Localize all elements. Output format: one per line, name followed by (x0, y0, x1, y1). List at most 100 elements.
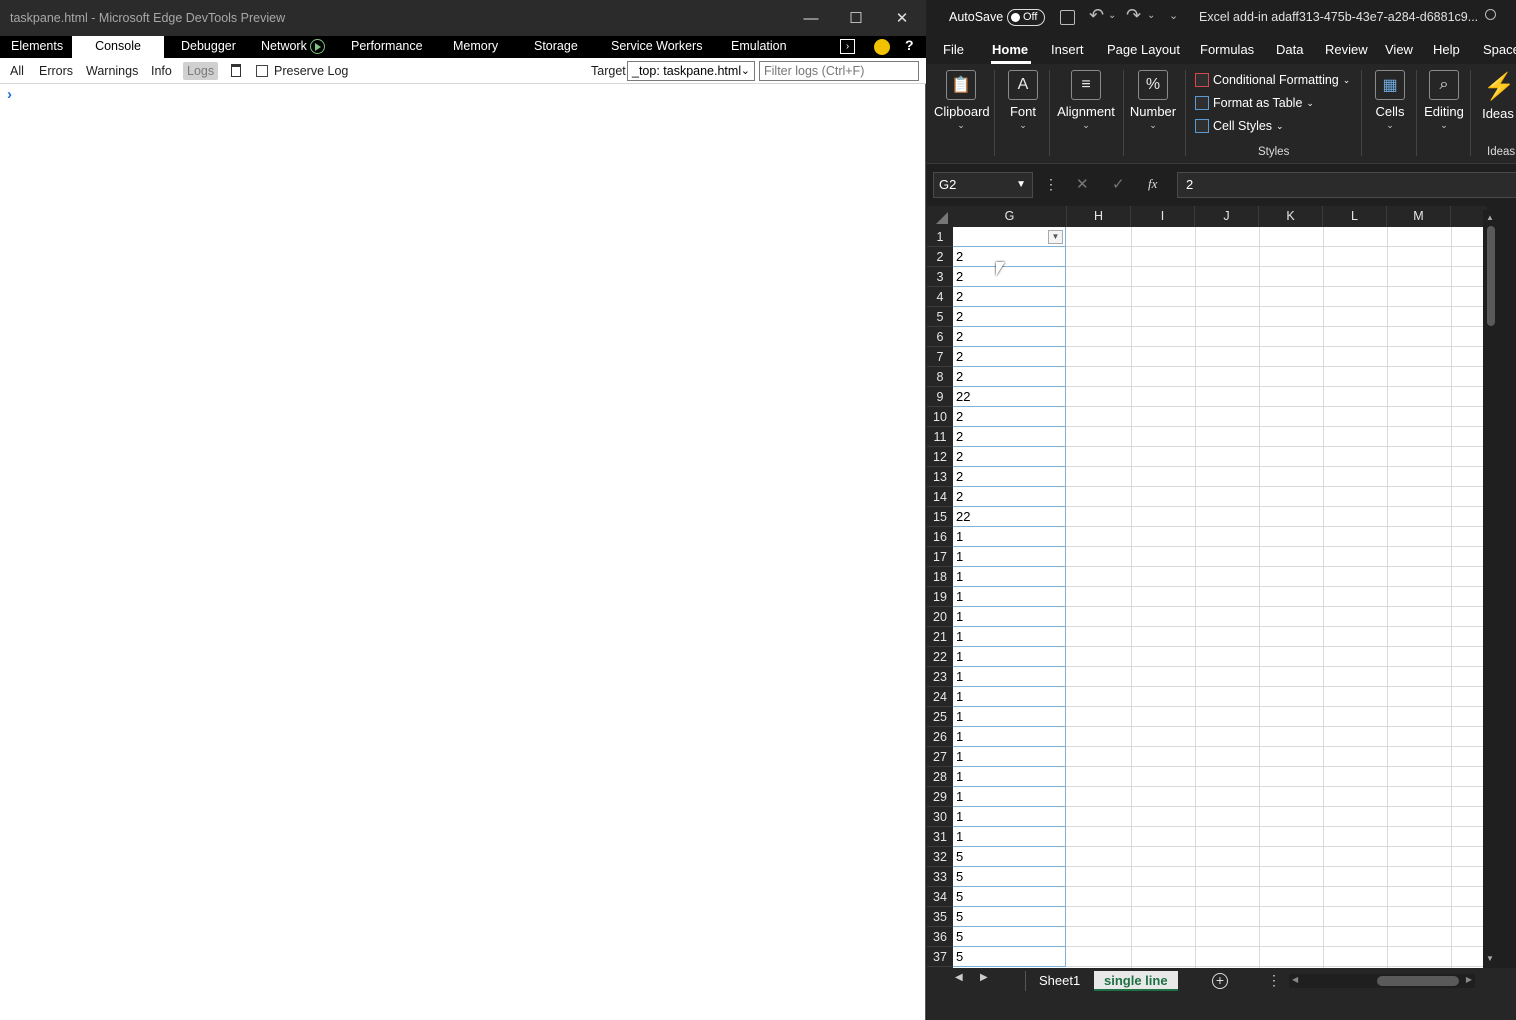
name-box[interactable]: G2 ▼ (933, 172, 1033, 198)
column-header-g[interactable]: G (953, 206, 1067, 227)
clear-console-trash-icon[interactable] (231, 64, 241, 77)
row-header[interactable]: 6 (927, 327, 953, 347)
cell-g[interactable]: 2 (953, 247, 1066, 267)
ribbon-tab-insert[interactable]: Insert (1051, 42, 1084, 57)
ribbon-tab-page-layout[interactable]: Page Layout (1107, 42, 1180, 57)
cell-g[interactable]: 1 (953, 687, 1066, 707)
filter-logs-input[interactable] (759, 61, 919, 81)
horizontal-scrollbar[interactable]: ◀ ▶ (1289, 974, 1475, 988)
redo-icon[interactable]: ↷ (1126, 5, 1141, 26)
column-header-i[interactable]: I (1131, 206, 1195, 227)
cell-g[interactable]: 1 (953, 527, 1066, 547)
cell-g[interactable]: 5 (953, 907, 1066, 927)
row-header[interactable]: 5 (927, 307, 953, 327)
cell-g[interactable]: 2 (953, 287, 1066, 307)
cell-g[interactable]: 1 (953, 587, 1066, 607)
row-header[interactable]: 32 (927, 847, 953, 867)
tab-performance[interactable]: Performance (341, 36, 433, 58)
next-sheet-icon[interactable]: ▶ (980, 972, 988, 983)
cell-g[interactable]: 1 (953, 787, 1066, 807)
ribbon-tab-help[interactable]: Help (1433, 42, 1460, 57)
alignment-button[interactable]: ≡ Alignment ⌄ (1054, 70, 1118, 131)
cell-g[interactable]: 5 (953, 927, 1066, 947)
row-header[interactable]: 35 (927, 907, 953, 927)
row-header[interactable]: 12 (927, 447, 953, 467)
ribbon-tab-space[interactable]: Space (1483, 42, 1516, 57)
row-header[interactable]: 27 (927, 747, 953, 767)
cell-g[interactable]: 2 (953, 267, 1066, 287)
cell-g[interactable]: 5 (953, 867, 1066, 887)
undo-dropdown-chevron-icon[interactable]: ⌄ (1108, 10, 1116, 21)
autosave-toggle[interactable]: Off (1007, 9, 1045, 26)
row-header[interactable]: 26 (927, 727, 953, 747)
cell-g[interactable]: 5 (953, 947, 1066, 967)
customize-toolbar-icon[interactable]: ⌄ (1169, 9, 1178, 22)
filter-warnings[interactable]: Warnings (82, 62, 142, 80)
ideas-button[interactable]: ⚡ Ideas (1475, 70, 1516, 121)
cancel-formula-icon[interactable]: ✕ (1076, 175, 1089, 193)
vertical-scrollbar[interactable]: ▲ ▼ (1483, 210, 1499, 968)
row-header[interactable]: 14 (927, 487, 953, 507)
tab-memory[interactable]: Memory (443, 36, 508, 58)
row-header[interactable]: 22 (927, 647, 953, 667)
tab-service-workers[interactable]: Service Workers (601, 36, 712, 58)
cell-g[interactable]: 2 (953, 447, 1066, 467)
tab-debugger[interactable]: Debugger (171, 36, 246, 58)
cell-styles-button[interactable]: Cell Styles ⌄ (1195, 116, 1284, 136)
column-header-j[interactable]: J (1195, 206, 1259, 227)
cell-g[interactable]: 1 (953, 547, 1066, 567)
scroll-left-arrow-icon[interactable]: ◀ (1292, 975, 1298, 984)
tab-emulation[interactable]: Emulation (721, 36, 797, 58)
row-header[interactable]: 11 (927, 427, 953, 447)
preserve-log-checkbox[interactable] (256, 65, 268, 77)
row-header[interactable]: 23 (927, 667, 953, 687)
console-drawer-icon[interactable]: › (840, 39, 855, 54)
conditional-formatting-button[interactable]: Conditional Formatting ⌄ (1195, 70, 1350, 90)
tab-storage[interactable]: Storage (524, 36, 588, 58)
row-header[interactable]: 36 (927, 927, 953, 947)
cell-g[interactable]: 2 (953, 487, 1066, 507)
filter-logs[interactable]: Logs (183, 62, 219, 80)
add-sheet-icon[interactable]: + (1212, 973, 1228, 989)
save-icon[interactable] (1060, 10, 1075, 25)
tab-console[interactable]: Console (72, 36, 164, 58)
scroll-thumb[interactable] (1377, 976, 1459, 986)
more-options-icon[interactable]: ⋮ (1044, 176, 1058, 193)
column-header-h[interactable]: H (1067, 206, 1131, 227)
cell-g[interactable]: 1 (953, 707, 1066, 727)
sheet-tab-sheet1[interactable]: Sheet1 (1029, 971, 1090, 991)
undo-icon[interactable]: ↶ (1089, 5, 1104, 26)
row-header[interactable]: 33 (927, 867, 953, 887)
filter-errors[interactable]: Errors (35, 62, 77, 80)
scroll-up-arrow-icon[interactable]: ▲ (1486, 213, 1494, 222)
cell-g[interactable]: 1 (953, 747, 1066, 767)
cell-g[interactable]: 1 (953, 607, 1066, 627)
row-header[interactable]: 4 (927, 287, 953, 307)
ribbon-tab-data[interactable]: Data (1276, 42, 1303, 57)
tab-elements[interactable]: Elements (1, 36, 73, 58)
cell-g[interactable]: 1 (953, 807, 1066, 827)
cell-g[interactable]: 2 (953, 367, 1066, 387)
cell-g[interactable]: 22 (953, 507, 1066, 527)
cell-g[interactable]: 2 (953, 427, 1066, 447)
cell-g[interactable]: 2 (953, 327, 1066, 347)
maximize-button[interactable]: ☐ (833, 0, 879, 36)
cell-g[interactable]: 5 (953, 847, 1066, 867)
cell-g[interactable]: 1 (953, 827, 1066, 847)
row-header[interactable]: 20 (927, 607, 953, 627)
cells-button[interactable]: ▦ Cells ⌄ (1367, 70, 1413, 131)
cell-g[interactable]: 1 (953, 767, 1066, 787)
row-header[interactable]: 34 (927, 887, 953, 907)
cell-g[interactable]: 2 (953, 307, 1066, 327)
tab-network[interactable]: Network (251, 36, 317, 58)
clipboard-button[interactable]: 📋 Clipboard ⌄ (934, 70, 990, 131)
row-header[interactable]: 3 (927, 267, 953, 287)
ribbon-tab-home[interactable]: Home (992, 42, 1028, 57)
scroll-down-arrow-icon[interactable]: ▼ (1486, 954, 1494, 963)
row-header[interactable]: 2 (927, 247, 953, 267)
scroll-right-arrow-icon[interactable]: ▶ (1466, 975, 1472, 984)
row-header[interactable]: 15 (927, 507, 953, 527)
row-header[interactable]: 13 (927, 467, 953, 487)
row-header[interactable]: 8 (927, 367, 953, 387)
feedback-smiley-icon[interactable] (874, 39, 890, 55)
